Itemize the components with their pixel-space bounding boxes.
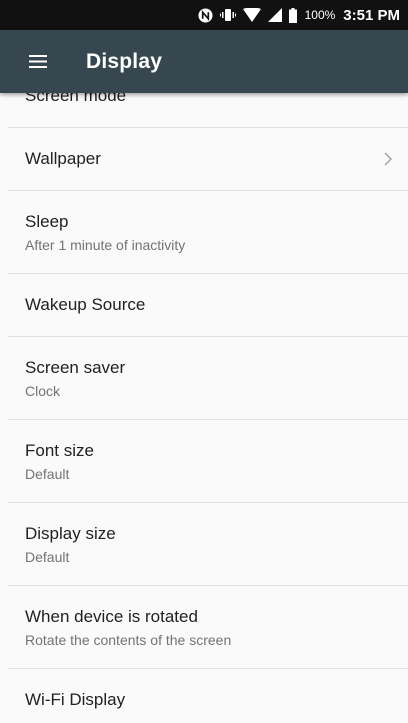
setting-wallpaper[interactable]: Wallpaper — [8, 128, 408, 191]
setting-when-device-rotated[interactable]: When device is rotated Rotate the conten… — [8, 586, 408, 669]
setting-label: Wi-Fi Display — [25, 690, 126, 709]
setting-label: When device is rotated — [25, 606, 198, 626]
battery-icon — [288, 7, 297, 23]
setting-summary: Default — [25, 465, 70, 482]
setting-screen-mode[interactable]: Screen mode — [8, 93, 408, 128]
battery-percentage: 100% — [304, 8, 336, 22]
clock: 3:51 PM — [343, 6, 400, 24]
setting-label: Screen mode — [25, 93, 127, 105]
nfc-icon — [198, 7, 213, 23]
setting-label: Wallpaper — [25, 149, 101, 168]
page-title: Display — [86, 49, 163, 73]
setting-sleep[interactable]: Sleep After 1 minute of inactivity — [8, 191, 408, 274]
setting-label: Wakeup Source — [25, 295, 146, 314]
hamburger-menu-icon[interactable] — [14, 38, 62, 86]
setting-label: Display size — [25, 523, 116, 543]
chevron-right-icon — [384, 152, 392, 166]
setting-summary: Rotate the contents of the screen — [25, 631, 232, 648]
setting-screen-saver[interactable]: Screen saver Clock — [8, 337, 408, 420]
setting-font-size[interactable]: Font size Default — [8, 420, 408, 503]
setting-summary: After 1 minute of inactivity — [25, 236, 186, 253]
signal-icon — [267, 8, 282, 22]
setting-label: Font size — [25, 440, 94, 460]
settings-list[interactable]: Screen mode Wallpaper Sleep After 1 minu… — [8, 93, 408, 723]
setting-summary: Default — [25, 548, 70, 565]
setting-label: Sleep — [25, 211, 69, 231]
setting-display-size[interactable]: Display size Default — [8, 503, 408, 586]
setting-summary: Clock — [25, 382, 61, 399]
setting-label: Screen saver — [25, 357, 126, 377]
setting-wifi-display[interactable]: Wi-Fi Display — [8, 669, 408, 723]
app-bar: Display — [0, 30, 408, 93]
status-bar: 100% 3:51 PM — [0, 0, 408, 30]
vibrate-icon — [219, 8, 236, 22]
wifi-icon — [242, 8, 261, 22]
setting-wakeup-source[interactable]: Wakeup Source — [8, 274, 408, 337]
